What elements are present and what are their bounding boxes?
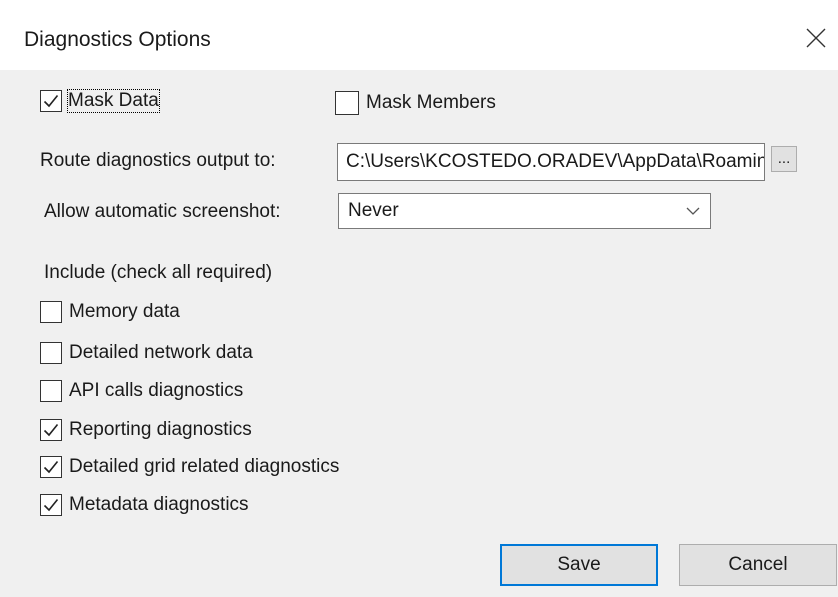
metadata-label: Metadata diagnostics [69,494,249,515]
screenshot-selected-value: Never [348,200,399,221]
mask-data-label: Mask Data [67,89,160,113]
save-button[interactable]: Save [500,544,658,586]
diagnostics-options-dialog: Diagnostics Options Mask Data Mask Membe… [0,0,838,597]
include-heading: Include (check all required) [44,262,273,283]
mask-members-checkbox-row[interactable]: Mask Members [335,91,496,115]
checkmark-icon [43,94,59,108]
mask-members-checkbox[interactable] [335,91,359,115]
include-item-metadata[interactable]: Metadata diagnostics [40,494,249,516]
cancel-button[interactable]: Cancel [679,544,837,586]
checkmark-icon [43,498,59,512]
reporting-label: Reporting diagnostics [69,419,252,440]
reporting-checkbox[interactable] [40,419,62,441]
metadata-checkbox[interactable] [40,494,62,516]
include-item-reporting[interactable]: Reporting diagnostics [40,419,252,441]
api-calls-checkbox[interactable] [40,380,62,402]
close-button[interactable] [796,18,836,58]
include-item-network-data[interactable]: Detailed network data [40,342,253,364]
route-output-label: Route diagnostics output to: [40,150,276,171]
close-icon [806,28,826,48]
api-calls-label: API calls diagnostics [69,380,244,401]
screenshot-select[interactable]: Never [338,193,711,229]
network-data-label: Detailed network data [69,342,253,363]
memory-data-checkbox[interactable] [40,301,62,323]
checkmark-icon [43,423,59,437]
mask-data-checkbox-row[interactable]: Mask Data [40,89,160,113]
mask-data-checkbox[interactable] [40,90,62,112]
dialog-title: Diagnostics Options [24,28,211,51]
memory-data-label: Memory data [69,301,180,322]
output-path-field[interactable]: C:\Users\KCOSTEDO.ORADEV\AppData\Roaming [337,143,765,181]
include-item-memory-data[interactable]: Memory data [40,301,180,323]
network-data-checkbox[interactable] [40,342,62,364]
browse-button[interactable]: ... [771,146,797,172]
chevron-down-icon [686,207,700,215]
mask-members-label: Mask Members [366,92,496,113]
include-item-grid[interactable]: Detailed grid related diagnostics [40,456,339,478]
title-bar: Diagnostics Options [0,0,838,70]
grid-label: Detailed grid related diagnostics [69,456,340,477]
include-item-api-calls[interactable]: API calls diagnostics [40,380,243,402]
grid-checkbox[interactable] [40,456,62,478]
checkmark-icon [43,460,59,474]
screenshot-label: Allow automatic screenshot: [44,201,281,222]
